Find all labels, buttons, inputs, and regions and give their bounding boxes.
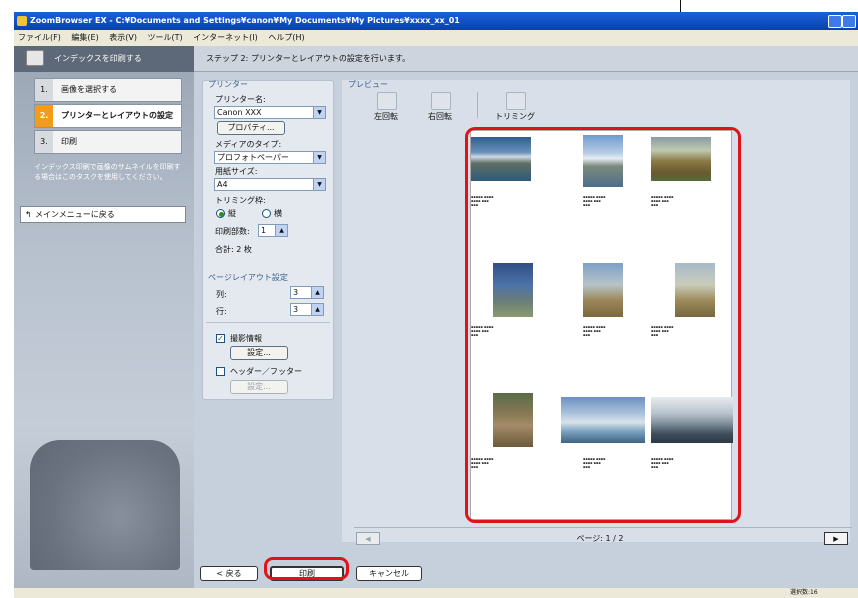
menu-file[interactable]: ファイル(F)	[18, 33, 61, 42]
paper-size-select[interactable]: A4 ▼	[214, 178, 326, 191]
printer-name-value: Canon XXX	[217, 108, 262, 117]
chevron-down-icon: ▼	[313, 179, 325, 190]
rotate-right-icon	[431, 92, 451, 110]
step-label: プリンターとレイアウトの設定	[61, 111, 173, 120]
window-title: ZoomBrowser EX - C:¥Documents and Settin…	[30, 16, 460, 25]
media-type-label: メディアのタイプ:	[215, 140, 282, 149]
menu-help[interactable]: ヘルプ(H)	[268, 33, 304, 42]
printer-group-title: プリンター	[208, 80, 248, 89]
copies-label: 印刷部数:	[215, 227, 250, 236]
preview-group-title: プレビュー	[348, 80, 388, 89]
columns-label: 列:	[216, 290, 227, 299]
step-label: 印刷	[61, 137, 77, 146]
app-icon	[17, 16, 27, 26]
landscape-label: 横	[274, 209, 282, 218]
header-footer-checkbox[interactable]	[216, 367, 225, 376]
columns-stepper[interactable]: 3 ▲	[290, 286, 324, 299]
paper-size-label: 用紙サイズ:	[215, 167, 258, 176]
next-page-button[interactable]: ▶	[824, 532, 848, 545]
rotate-left-label: 左回転	[374, 112, 398, 121]
selection-count: 選択数:16	[790, 589, 818, 596]
chevron-down-icon: ▼	[313, 107, 325, 118]
step-printer-layout[interactable]: 2. プリンターとレイアウトの設定	[34, 104, 182, 128]
rows-label: 行:	[216, 307, 227, 316]
shooting-info-checkbox[interactable]: ✓	[216, 334, 225, 343]
page-margin	[0, 0, 14, 598]
trimming-label: トリミング	[495, 112, 535, 121]
page-indicator: ページ: 1 / 2	[576, 534, 624, 543]
printer-name-select[interactable]: Canon XXX ▼	[214, 106, 326, 119]
trimming-label: トリミング枠:	[215, 196, 266, 205]
previous-page-button[interactable]: ◀	[356, 532, 380, 545]
spinner-icon: ▲	[311, 287, 323, 298]
menu-view[interactable]: 表示(V)	[109, 33, 137, 42]
columns-value: 3	[293, 288, 299, 297]
step-header: ステップ 2: プリンターとレイアウトの設定を行います。	[194, 46, 858, 72]
landscape-radio[interactable]	[262, 209, 271, 218]
printer-icon	[26, 50, 44, 66]
pager-divider	[354, 527, 852, 528]
rotate-right-tool[interactable]: 右回転	[422, 92, 458, 122]
rows-stepper[interactable]: 3 ▲	[290, 303, 324, 316]
layout-group-title: ページレイアウト設定	[208, 273, 288, 282]
step-number: 3.	[35, 131, 53, 153]
main-menu-label: メインメニューに戻る	[35, 210, 115, 219]
rotate-right-label: 右回転	[428, 112, 452, 121]
total-sheets: 合計: 2 枚	[215, 245, 252, 254]
printer-name-label: プリンター名:	[215, 95, 266, 104]
shooting-info-label: 撮影情報	[230, 334, 262, 343]
sidebar-hint-text: インデックス印刷で画像のサムネイルを印刷する場合はこのタスクを使用してください。	[34, 163, 181, 181]
properties-button[interactable]: プロパティ...	[217, 121, 285, 135]
step-number: 2.	[35, 105, 53, 127]
portrait-label: 縦	[228, 209, 236, 218]
printer-illustration	[30, 440, 180, 570]
menu-bar: ファイル(F) 編集(E) 表示(V) ツール(T) インターネット(I) ヘル…	[14, 30, 858, 46]
header-footer-settings-button[interactable]: 設定...	[230, 380, 288, 394]
crop-icon	[506, 92, 526, 110]
spinner-icon: ▲	[275, 225, 287, 236]
copies-stepper[interactable]: 1 ▲	[258, 224, 288, 237]
toolbar-divider	[477, 92, 478, 118]
chevron-right-icon: ▶	[833, 535, 839, 543]
back-button[interactable]: < 戻る	[200, 566, 258, 581]
main-menu-button[interactable]: ↰ メインメニューに戻る	[20, 206, 186, 223]
menu-edit[interactable]: 編集(E)	[71, 33, 98, 42]
print-callout-highlight	[264, 557, 349, 580]
step-label: 画像を選択する	[61, 85, 117, 94]
step-print[interactable]: 3. 印刷	[34, 130, 182, 154]
portrait-radio[interactable]	[216, 209, 225, 218]
media-type-select[interactable]: プロフォトペーパー ▼	[214, 151, 326, 164]
menu-internet[interactable]: インターネット(I)	[193, 33, 258, 42]
divider	[206, 322, 330, 323]
menu-tools[interactable]: ツール(T)	[148, 33, 183, 42]
trimming-tool[interactable]: トリミング	[490, 92, 540, 122]
step-select-images[interactable]: 1. 画像を選択する	[34, 78, 182, 102]
step-number: 1.	[35, 79, 53, 101]
shooting-info-settings-button[interactable]: 設定...	[230, 346, 288, 360]
rows-value: 3	[293, 305, 299, 314]
paper-size-value: A4	[217, 180, 228, 189]
preview-callout-highlight	[465, 127, 741, 523]
cancel-button[interactable]: キャンセル	[356, 566, 422, 581]
chevron-down-icon: ▼	[313, 152, 325, 163]
maximize-icon[interactable]	[842, 15, 856, 28]
status-bar: 選択数:16	[14, 588, 858, 598]
rotate-left-icon	[377, 92, 397, 110]
chevron-left-icon: ◀	[365, 535, 371, 543]
title-bar: ZoomBrowser EX - C:¥Documents and Settin…	[14, 12, 858, 30]
media-type-value: プロフォトペーパー	[217, 153, 289, 162]
header-footer-label: ヘッダー／フッター	[230, 367, 302, 376]
copies-value: 1	[261, 226, 267, 235]
spinner-icon: ▲	[311, 304, 323, 315]
return-arrow-icon: ↰	[25, 210, 32, 219]
rotate-left-tool[interactable]: 左回転	[368, 92, 404, 122]
minimize-icon[interactable]	[828, 15, 842, 28]
